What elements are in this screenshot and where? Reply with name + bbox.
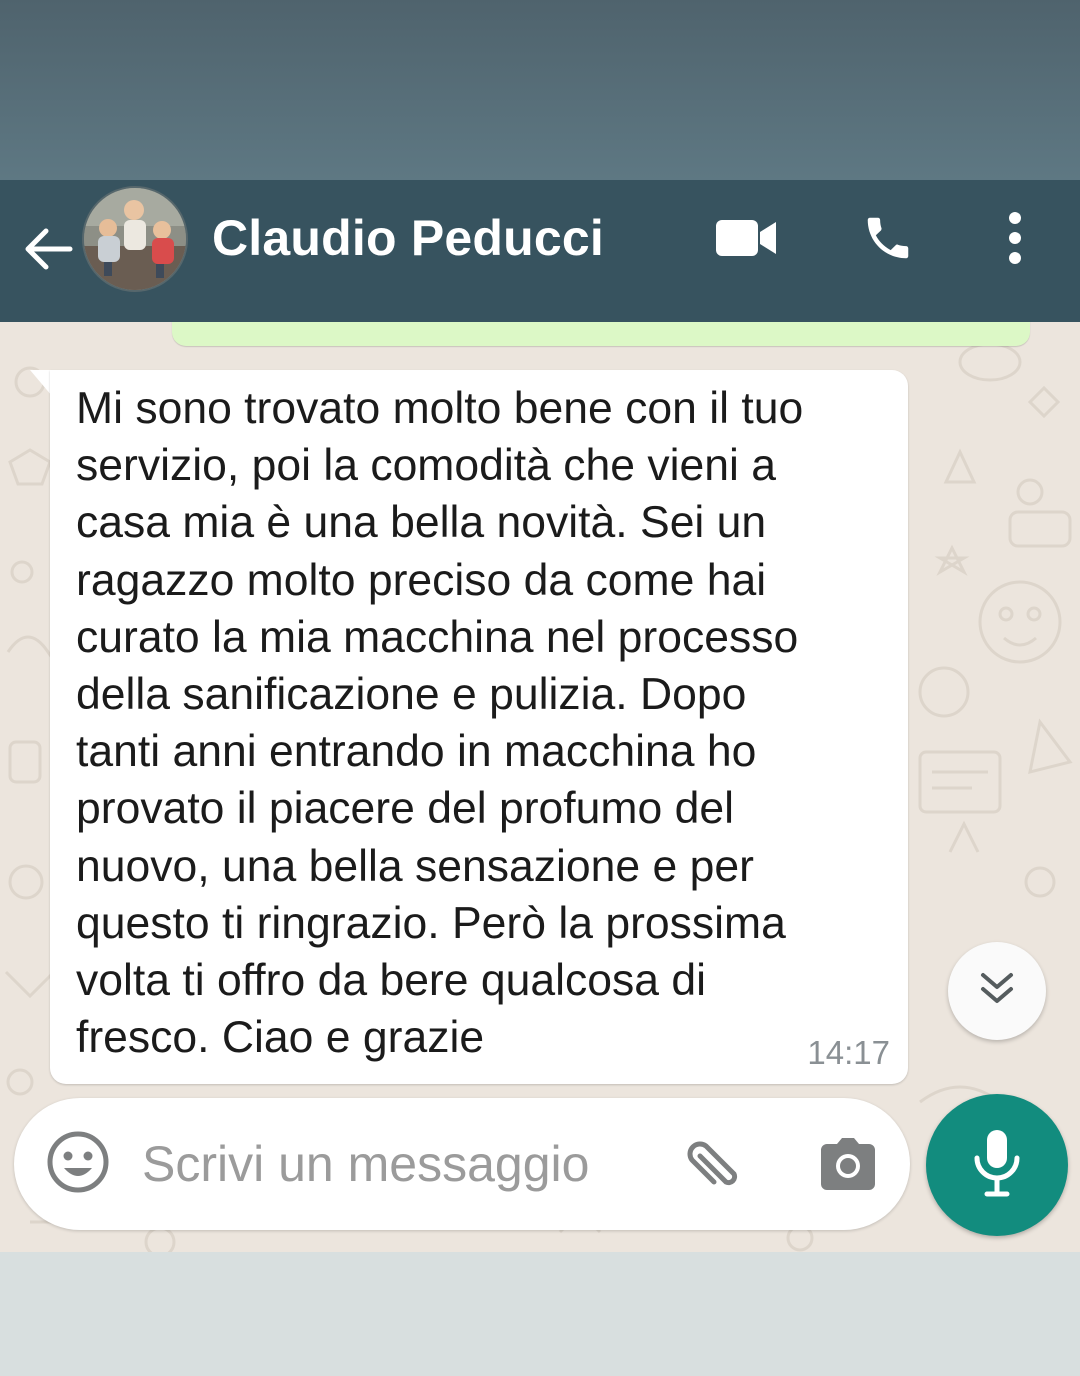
message-composer (14, 1098, 910, 1230)
message-text: Mi sono trovato molto bene con il tuo se… (76, 384, 804, 1063)
message-bubble[interactable]: Mi sono trovato molto bene con il tuo se… (50, 370, 908, 1084)
chat-area[interactable]: Mi sono trovato molto bene con il tuo se… (0, 322, 1080, 1252)
emoji-button[interactable] (44, 1130, 112, 1198)
message-input[interactable] (142, 1124, 662, 1204)
menu-button[interactable] (988, 206, 1042, 274)
camera-icon (817, 1136, 879, 1197)
message-timestamp: 14:17 (807, 1034, 890, 1071)
chat-header: Claudio Peducci (0, 180, 1080, 322)
camera-button[interactable] (810, 1128, 886, 1204)
scroll-to-bottom-button[interactable] (948, 942, 1046, 1040)
more-vertical-icon (1005, 210, 1025, 271)
video-call-button[interactable] (708, 206, 784, 274)
previous-message-bubble[interactable] (172, 322, 1030, 346)
emoji-smile-icon (46, 1130, 110, 1199)
microphone-icon (971, 1128, 1023, 1203)
back-button[interactable] (18, 216, 78, 286)
bubble-tail (30, 370, 52, 396)
status-bar-area (0, 0, 1080, 180)
contact-name[interactable]: Claudio Peducci (212, 208, 604, 268)
arrow-left-icon (22, 226, 74, 277)
navigation-bar-area (0, 1252, 1080, 1376)
double-chevron-down-icon (977, 969, 1017, 1014)
avatar[interactable] (82, 186, 188, 292)
voice-call-button[interactable] (852, 206, 924, 274)
voice-message-button[interactable] (926, 1094, 1068, 1236)
paperclip-icon (684, 1132, 748, 1201)
attach-button[interactable] (678, 1128, 754, 1204)
phone-icon (861, 211, 915, 270)
video-camera-icon (714, 218, 778, 263)
